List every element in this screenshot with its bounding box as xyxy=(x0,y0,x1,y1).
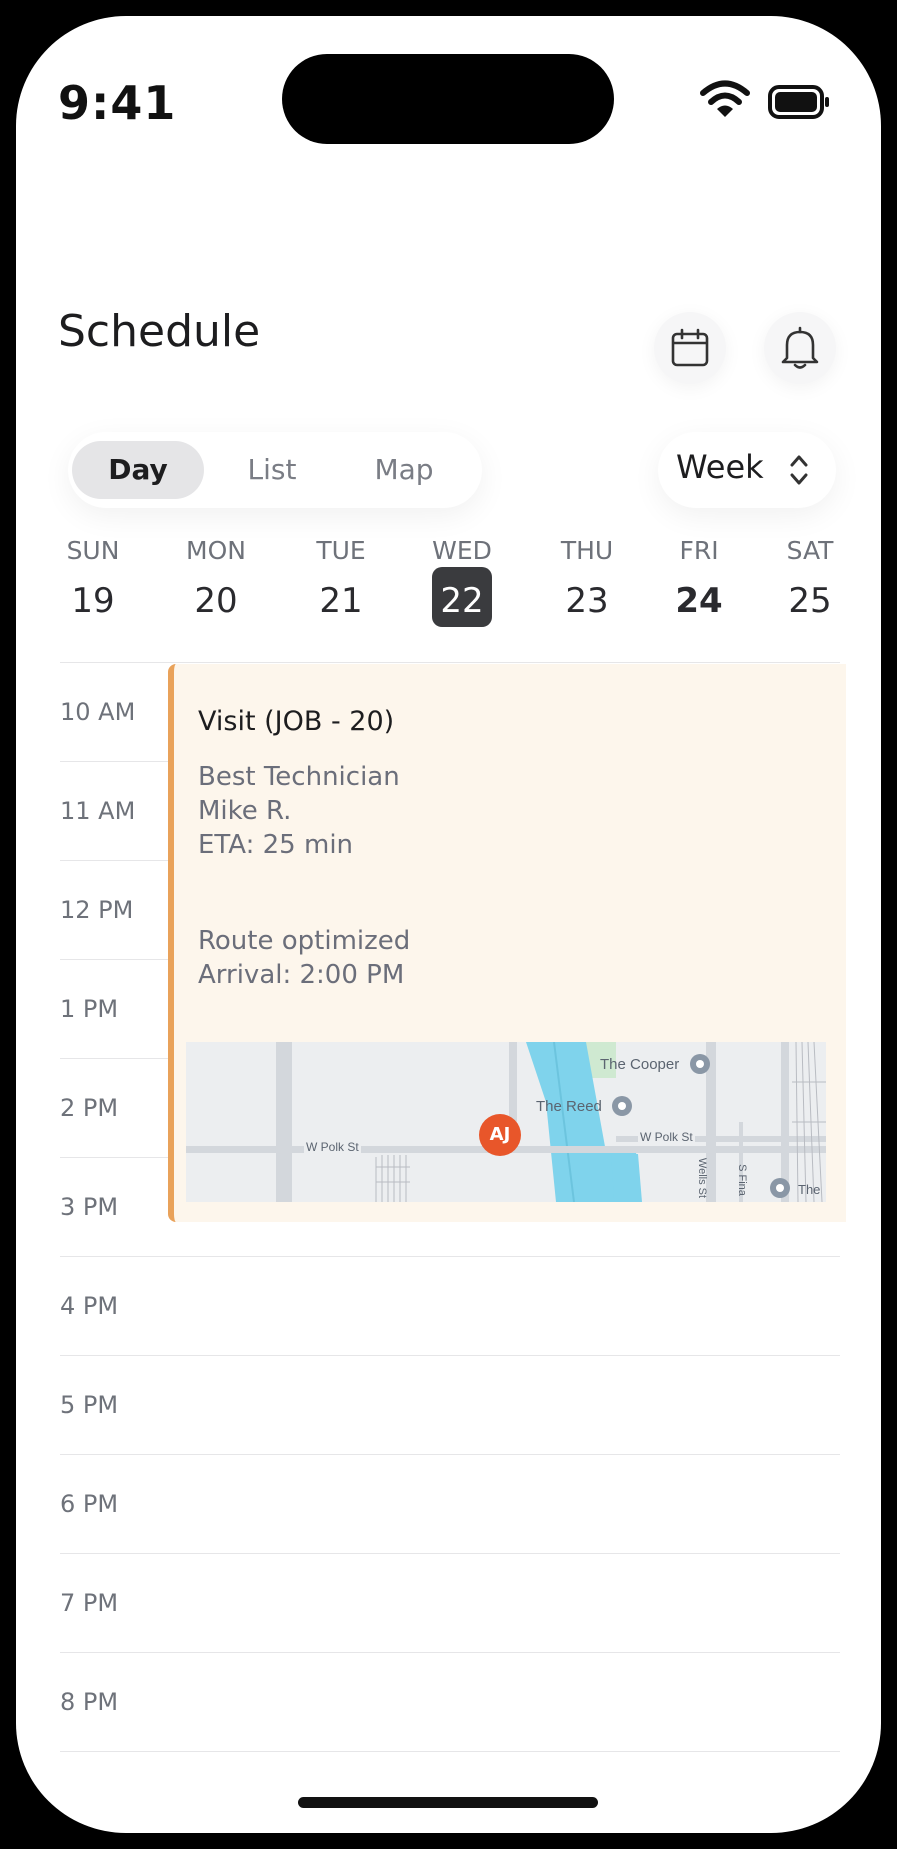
bell-icon xyxy=(781,326,819,369)
time-label: 7 PM xyxy=(60,1589,119,1617)
day-19[interactable]: 19 xyxy=(48,581,138,621)
hour-divider xyxy=(60,1652,840,1653)
day-name-tue: TUE xyxy=(316,536,366,565)
phone-screen: 9:41 Schedule Day List Map Week SUN 19 M… xyxy=(16,16,881,1833)
wifi-icon xyxy=(700,80,750,117)
map-label-s-financial: S Fina xyxy=(735,1164,748,1196)
day-22-selected[interactable]: 22 xyxy=(417,581,507,621)
technician-map-marker[interactable]: AJ xyxy=(479,1114,521,1156)
hour-divider xyxy=(60,1454,840,1455)
tab-list[interactable]: List xyxy=(206,441,338,499)
tab-day[interactable]: Day xyxy=(72,441,204,499)
time-label: 1 PM xyxy=(60,995,119,1023)
time-label: 2 PM xyxy=(60,1094,119,1122)
day-name-thu: THU xyxy=(560,536,614,565)
hour-divider xyxy=(60,662,840,663)
marker-initials: AJ xyxy=(489,1124,511,1145)
day-name-wed: WED xyxy=(432,536,492,565)
chevron-up-down-icon xyxy=(790,455,808,485)
calendar-button[interactable] xyxy=(654,312,726,384)
map-label-wells-st: Wells St xyxy=(696,1157,709,1199)
time-label: 8 PM xyxy=(60,1688,119,1716)
time-label: 3 PM xyxy=(60,1193,119,1221)
battery-icon xyxy=(768,85,829,119)
view-mode-segmented-control: Day List Map xyxy=(68,432,482,508)
map-label-partial: The xyxy=(798,1182,821,1197)
event-arrival: Arrival: 2:00 PM xyxy=(198,960,405,990)
hour-divider xyxy=(60,1751,840,1752)
day-23[interactable]: 23 xyxy=(542,581,632,621)
map-label-w-polk-st-right: W Polk St xyxy=(638,1130,695,1144)
map-label-the-cooper: The Cooper xyxy=(600,1056,680,1073)
event-card[interactable]: Visit (JOB - 20) Best Technician Mike R.… xyxy=(168,664,846,1222)
range-picker-label: Week xyxy=(676,448,764,486)
home-indicator[interactable] xyxy=(298,1797,598,1808)
event-technician-label: Best Technician xyxy=(198,762,400,792)
event-title: Visit (JOB - 20) xyxy=(198,706,395,737)
time-label: 12 PM xyxy=(60,896,134,924)
dynamic-island xyxy=(282,54,614,144)
day-name-sun: SUN xyxy=(66,536,120,565)
hour-divider xyxy=(60,1256,840,1257)
route-map[interactable]: The Cooper The Reed W Polk St W Polk St … xyxy=(186,1042,826,1202)
hour-divider xyxy=(60,1355,840,1356)
page-title: Schedule xyxy=(58,306,261,357)
status-time: 9:41 xyxy=(58,76,177,130)
calendar-icon xyxy=(671,328,709,367)
tab-map[interactable]: Map xyxy=(338,441,470,499)
day-name-sat: SAT xyxy=(786,536,834,565)
event-route-status: Route optimized xyxy=(198,926,411,956)
time-label: 5 PM xyxy=(60,1391,119,1419)
day-name-fri: FRI xyxy=(679,536,719,565)
map-label-the-reed: The Reed xyxy=(536,1098,602,1115)
day-24[interactable]: 24 xyxy=(654,581,744,621)
time-label: 6 PM xyxy=(60,1490,119,1518)
range-picker[interactable]: Week xyxy=(658,432,836,508)
event-eta: ETA: 25 min xyxy=(198,830,354,860)
hour-divider xyxy=(60,1553,840,1554)
time-label: 10 AM xyxy=(60,698,136,726)
notifications-button[interactable] xyxy=(764,312,836,384)
event-technician-name: Mike R. xyxy=(198,796,292,826)
day-20[interactable]: 20 xyxy=(171,581,261,621)
time-label: 4 PM xyxy=(60,1292,119,1320)
day-21[interactable]: 21 xyxy=(296,581,386,621)
map-label-w-polk-st-left: W Polk St xyxy=(304,1140,361,1154)
day-name-mon: MON xyxy=(186,536,246,565)
day-25[interactable]: 25 xyxy=(765,581,855,621)
time-label: 11 AM xyxy=(60,797,136,825)
